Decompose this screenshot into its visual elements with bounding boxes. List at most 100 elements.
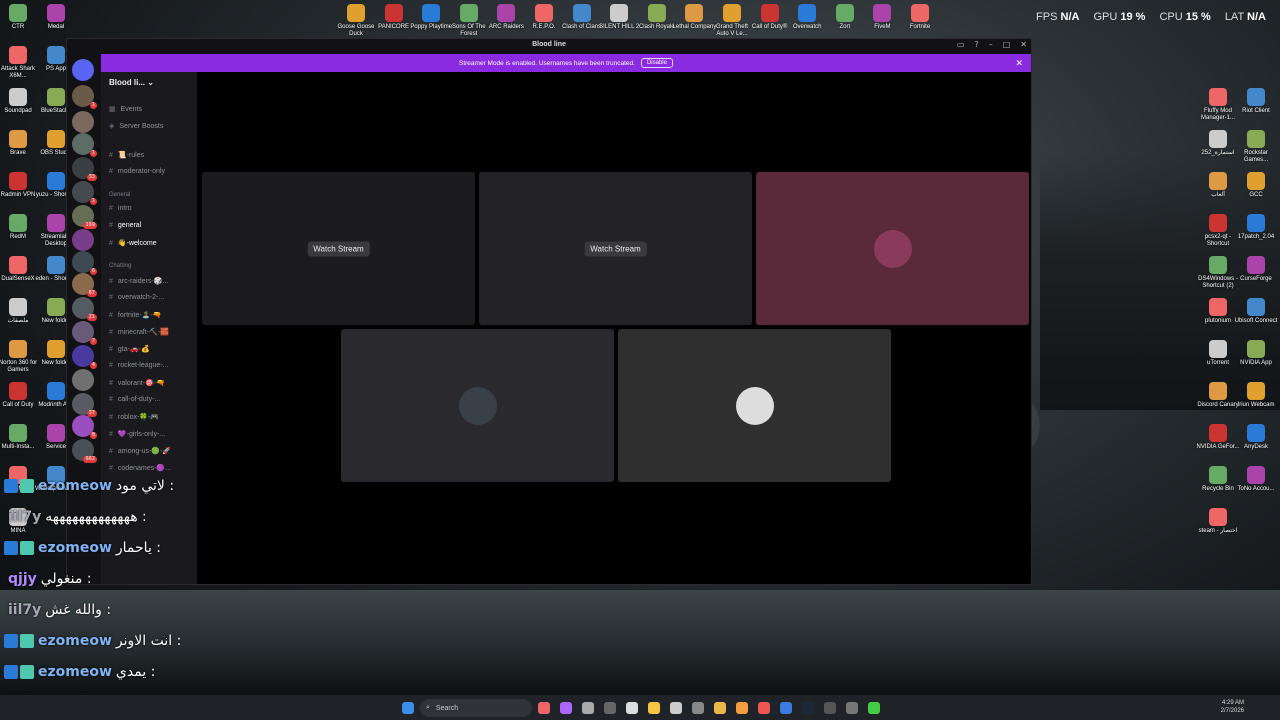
watch-stream-button[interactable]: Watch Stream [307,241,370,256]
app-icon[interactable] [648,702,660,714]
steam-icon[interactable] [802,702,814,714]
start-icon[interactable] [402,702,414,714]
discord-home-icon[interactable] [72,59,94,81]
desktop-icon[interactable]: Iriun Webcam [1234,382,1278,409]
desktop-icon[interactable]: GCC [1234,172,1278,199]
search-box[interactable]: ⌕ Search [420,699,532,717]
channel-server-boosts[interactable]: ◈ Server Boosts [109,122,163,130]
app-icon[interactable] [824,702,836,714]
maximize-button[interactable]: □ [1003,40,1011,49]
channel-item[interactable]: # arc-raiders-🎲... [109,277,168,285]
chat-text: يمدي : [115,664,156,680]
channel-rules[interactable]: # 📜-rules [109,151,144,159]
server-icon[interactable]: 4 [72,345,97,369]
app-icon[interactable] [582,702,594,714]
app-icon [1209,256,1227,274]
desktop-icon[interactable]: NVIDIA App [1234,340,1278,367]
help-icon[interactable]: ? [974,40,978,49]
app-icon[interactable] [868,702,880,714]
desktop-icon[interactable]: Medal [34,4,78,31]
desktop-icon[interactable]: Rockstar Games... [1234,130,1278,164]
app-icon[interactable] [736,702,748,714]
stream-tile[interactable]: Watch Stream [202,172,475,325]
server-icon[interactable]: 1 [72,181,97,205]
app-icon [1209,172,1227,190]
channel-item[interactable]: # codenames-🟣... [109,464,171,472]
channel-item[interactable]: # call-of-duty-... [109,396,160,403]
channel-item[interactable]: # among-us-🟢-🚀 [109,447,171,455]
app-icon[interactable] [560,702,572,714]
channel-item[interactable]: # valorant-🎯-🔫 [109,379,165,387]
app-icon[interactable] [538,702,550,714]
server-icon[interactable]: 7 [72,321,97,345]
category-chatting[interactable]: Chatting [109,263,131,269]
channel-item[interactable]: # rocket-league-... [109,362,169,369]
desktop-icon[interactable]: Riot Client [1234,88,1278,115]
app-icon[interactable] [626,702,638,714]
desktop-icon[interactable]: ToNo Accou... [1234,466,1278,493]
channel-intro[interactable]: # intro [109,205,132,212]
server-icon[interactable]: 33 [72,157,97,181]
app-icon [760,4,779,22]
channel-item[interactable]: # overwatch-2-... [109,294,164,301]
settings-icon[interactable] [846,702,858,714]
app-icon[interactable] [692,702,704,714]
server-icon[interactable]: 662 [72,439,97,463]
desktop-icon[interactable]: CurseForge [1234,256,1278,283]
watch-stream-button[interactable]: Watch Stream [584,241,647,256]
folder-icon[interactable] [714,702,726,714]
minimize-button[interactable]: – [989,40,993,49]
stream-tile[interactable]: Watch Stream [479,172,752,325]
desktop-icon-label: CurseForge [1240,276,1272,282]
brave-icon[interactable] [758,702,770,714]
server-name[interactable]: Blood li... ⌄ [109,78,154,87]
close-button[interactable]: ✕ [1020,40,1027,49]
channel-general[interactable]: # general [109,222,141,229]
desktop-icon[interactable]: Ubisoft Connect [1234,298,1278,325]
channel-item[interactable]: # 💜-girls-only-... [109,430,165,438]
server-icon[interactable]: 8 [72,415,97,439]
channel-item[interactable]: # fortnite-🏝️-🔫 [109,311,161,319]
app-icon[interactable] [604,702,616,714]
app-icon [47,214,65,232]
chat-username: ezomeow [38,664,112,680]
channel-item[interactable]: # minecraft-⛏️-🧱 [109,328,169,336]
server-icon[interactable]: 169 [72,205,97,229]
app-icon[interactable] [780,702,792,714]
desktop-icon-label: Ubisoft Connect [1234,318,1278,324]
server-icon[interactable] [72,111,94,133]
server-icon[interactable]: 21 [72,297,97,321]
server-icon[interactable]: 1 [72,85,97,109]
close-icon[interactable]: ✕ [1015,58,1023,69]
channel-item[interactable]: # gta-🚗-💰 [109,345,150,353]
app-icon [47,46,65,64]
avatar [458,386,497,425]
app-icon [47,88,65,106]
disable-button[interactable]: Disable [640,58,673,68]
desktop-icon[interactable]: Fortnite [898,4,942,31]
channel-moderator-only[interactable]: # moderator-only [109,168,165,175]
participant-tile[interactable] [341,329,614,482]
system-clock[interactable]: 4:29 AM 2/7/2026 [1221,699,1244,715]
participant-tile[interactable] [756,172,1029,325]
server-icon[interactable] [72,229,94,251]
app-icon[interactable] [670,702,682,714]
server-icon[interactable]: 87 [72,273,97,297]
desktop-icon-label: AnyDesk [1243,444,1268,450]
participant-tile[interactable] [618,329,891,482]
channel-item[interactable]: # roblox-🍀-🎮 [109,413,159,421]
app-icon [9,4,27,22]
channel-welcome[interactable]: # 👋-welcome [109,239,157,247]
desktop-icon[interactable]: AnyDesk [1234,424,1278,451]
fps-readout: FPS N/A [1036,11,1080,23]
server-icon[interactable] [72,369,94,391]
server-icon[interactable]: 6 [72,251,97,275]
server-icon[interactable]: 37 [72,393,97,417]
category-general[interactable]: General [109,192,130,198]
gpu-readout: GPU 19 % [1093,11,1146,23]
inbox-icon[interactable]: ▭ [957,40,965,49]
channel-events[interactable]: ▦ Events [109,105,142,113]
desktop-icon[interactable]: 17patch_2.04 [1234,214,1278,241]
server-icon[interactable]: 1 [72,133,97,157]
desktop-icon[interactable]: steam - اختصار [1196,508,1240,535]
